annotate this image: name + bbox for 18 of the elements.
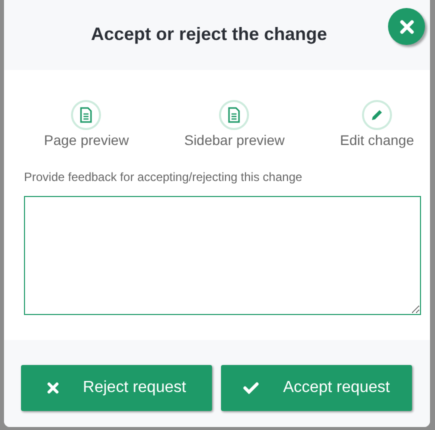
- reject-button[interactable]: Reject request: [21, 365, 212, 411]
- document-icon: [79, 107, 94, 123]
- action-label[interactable]: Edit change: [340, 132, 414, 148]
- close-button[interactable]: [388, 8, 425, 45]
- action-label[interactable]: Page preview: [44, 132, 129, 148]
- preview-button[interactable]: [71, 100, 102, 130]
- feedback-label: Provide feedback for accepting/rejecting this change: [24, 170, 304, 184]
- action-label[interactable]: Sidebar preview: [184, 132, 285, 148]
- cross-icon: [46, 382, 59, 394]
- close-icon: [398, 18, 414, 34]
- accept-button[interactable]: Accept request: [221, 365, 412, 411]
- edit-button[interactable]: [362, 100, 392, 130]
- pencil-icon: [370, 108, 384, 122]
- dialog-title: Accept or reject the change: [90, 24, 328, 44]
- preview-button[interactable]: [219, 100, 250, 130]
- document-icon: [227, 107, 242, 123]
- feedback-field[interactable]: [24, 196, 421, 315]
- check-icon: [243, 382, 260, 394]
